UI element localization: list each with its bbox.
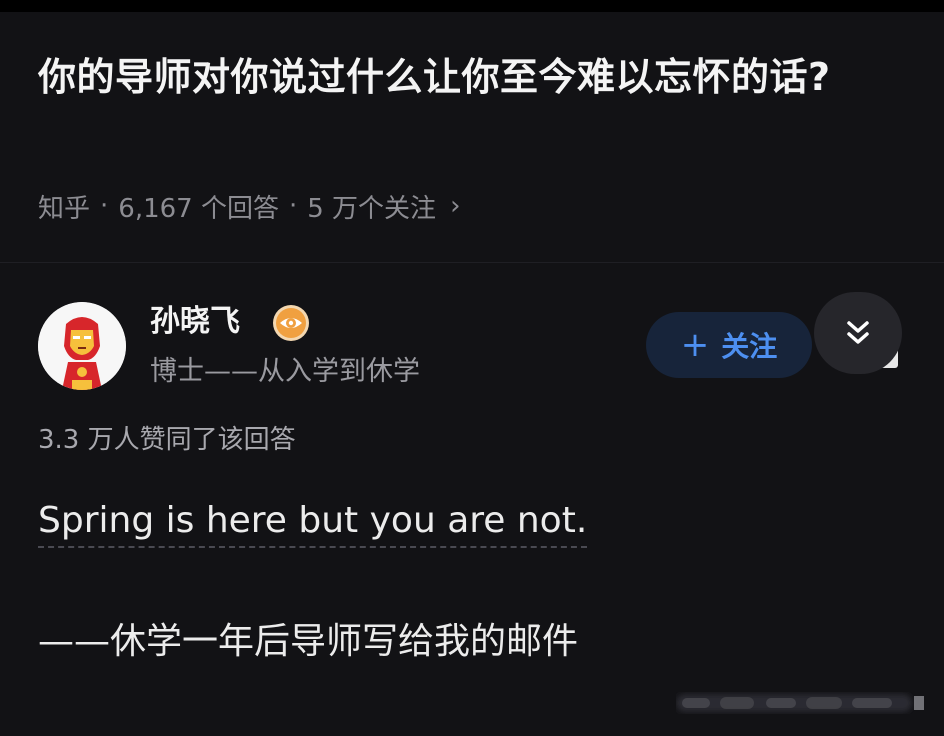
author-avatar[interactable] bbox=[38, 302, 126, 390]
plus-icon: + bbox=[680, 325, 710, 365]
author-headline: 博士——从入学到休学 bbox=[150, 356, 420, 387]
double-chevron-down-icon bbox=[847, 321, 869, 344]
follower-count: 5 万个关注 bbox=[307, 193, 437, 224]
meta-separator: · bbox=[288, 191, 298, 221]
meta-separator: · bbox=[100, 191, 109, 221]
answer-screen: 你的导师对你说过什么让你至今难以忘怀的话? 知乎 · 6,167 个回答 · 5… bbox=[0, 0, 944, 736]
question-meta[interactable]: 知乎 · 6,167 个回答 · 5 万个关注 › bbox=[38, 186, 460, 226]
follow-button[interactable]: + 关注 bbox=[646, 312, 812, 378]
answer-attribution: ——休学一年后导师写给我的邮件 bbox=[38, 621, 579, 662]
chevron-right-icon: › bbox=[450, 191, 461, 221]
section-divider bbox=[0, 262, 944, 263]
blurred-watermark bbox=[676, 694, 924, 712]
answer-quote: Spring is here but you are not. bbox=[38, 496, 588, 548]
answer-count: 6,167 个回答 bbox=[118, 193, 279, 224]
upvote-count: 3.3 万人赞同了该回答 bbox=[38, 425, 296, 455]
source-label: 知乎 bbox=[38, 193, 91, 224]
collapse-button[interactable] bbox=[814, 292, 902, 374]
iron-man-avatar-icon bbox=[38, 302, 126, 390]
follow-label: 关注 bbox=[721, 330, 778, 363]
top-edge bbox=[0, 0, 944, 12]
author-name[interactable]: 孙晓飞 bbox=[150, 302, 240, 342]
question-title[interactable]: 你的导师对你说过什么让你至今难以忘怀的话? bbox=[38, 46, 898, 108]
eye-badge-icon bbox=[273, 305, 309, 341]
